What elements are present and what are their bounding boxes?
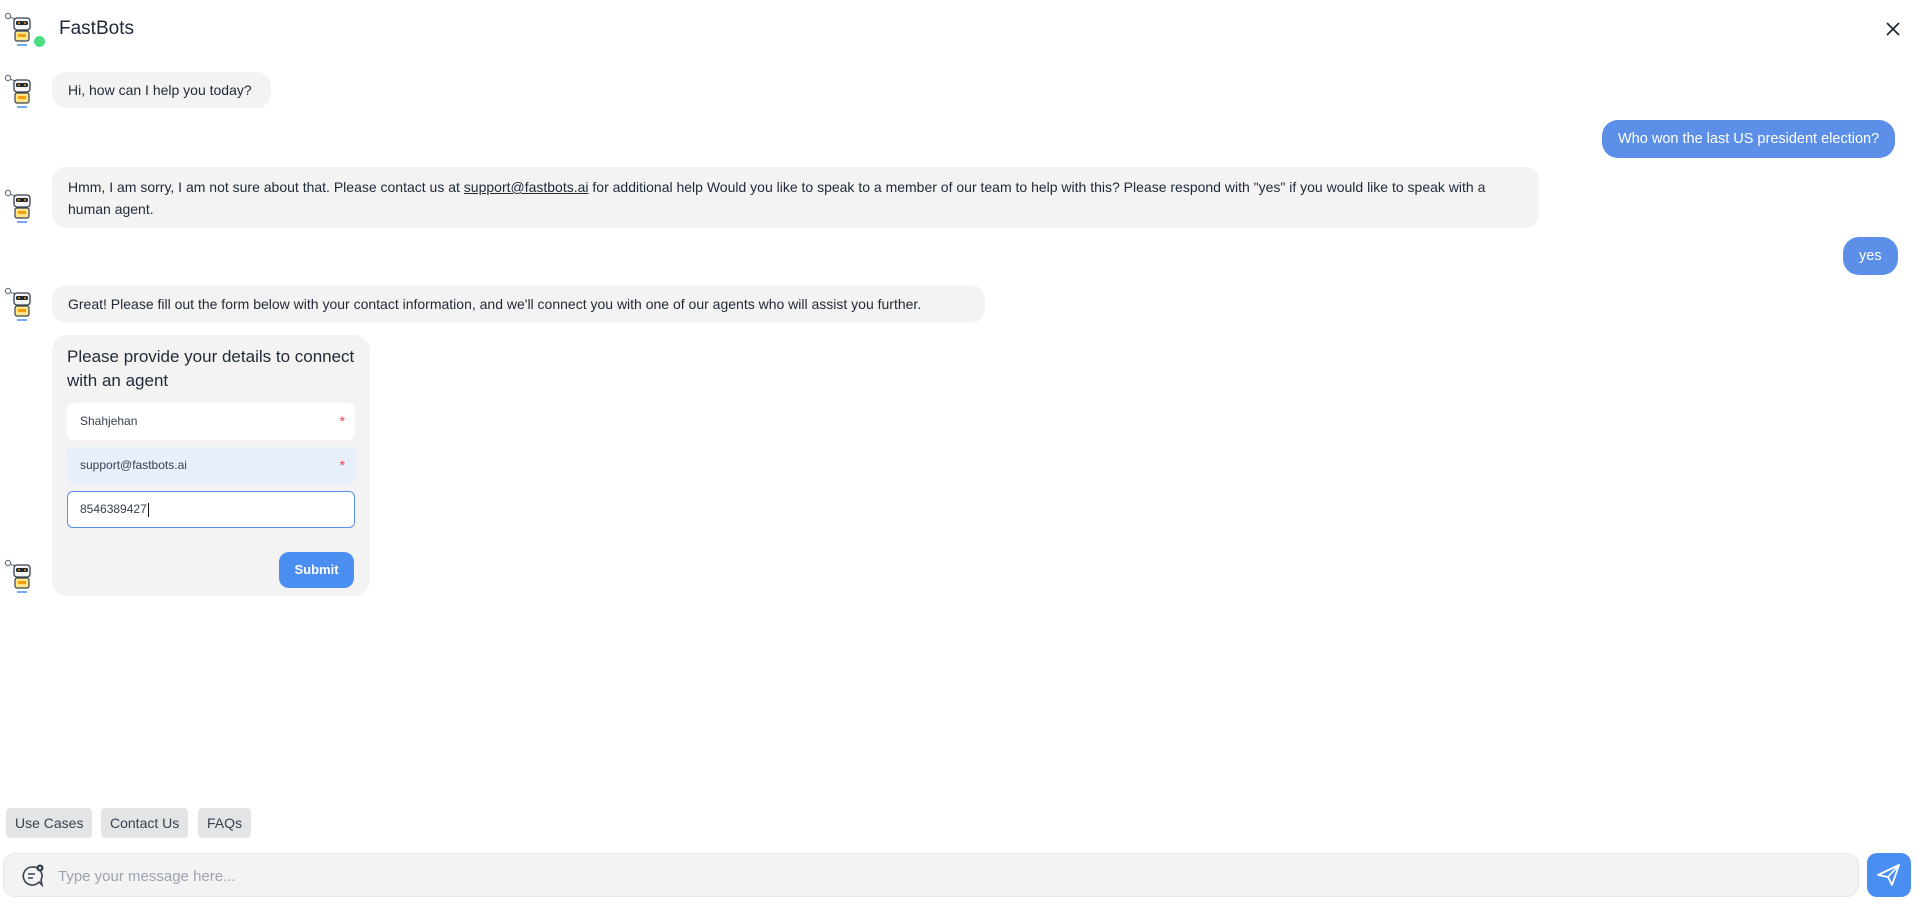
bot-avatar-icon — [4, 187, 38, 225]
bot-avatar-icon — [4, 10, 38, 48]
send-button[interactable] — [1867, 853, 1911, 897]
online-status-dot — [34, 36, 45, 47]
bot-avatar-icon — [4, 72, 38, 110]
chat-header: FastBots — [0, 0, 1920, 58]
user-message: Who won the last US president election? — [1602, 120, 1896, 158]
close-icon[interactable] — [1880, 16, 1906, 42]
user-message: yes — [1843, 237, 1898, 275]
message-text: Hi, how can I help you today? — [68, 82, 252, 98]
bot-message: Hi, how can I help you today? — [52, 72, 271, 108]
message-text: Great! Please fill out the form below wi… — [68, 296, 922, 312]
message-text: Who won the last US president election? — [1618, 131, 1880, 147]
submit-button[interactable]: Submit — [279, 552, 354, 588]
phone-field[interactable]: 8546389427 — [67, 491, 355, 528]
bot-message: Great! Please fill out the form below wi… — [52, 285, 985, 323]
form-title: Please provide your details to connect w… — [67, 347, 355, 390]
name-value: Shahjehan — [80, 414, 138, 428]
quick-reply-contact-us[interactable]: Contact Us — [101, 808, 189, 838]
name-field[interactable]: Shahjehan * — [67, 403, 355, 440]
required-marker: * — [339, 413, 345, 429]
bot-message: Hmm, I am sorry, I am not sure about tha… — [52, 167, 1539, 228]
send-icon — [1877, 864, 1900, 886]
message-input[interactable] — [56, 860, 1840, 892]
bot-avatar-icon — [4, 285, 38, 323]
required-marker: * — [339, 457, 345, 473]
message-text: Hmm, I am sorry, I am not sure about tha… — [68, 179, 1486, 217]
chat-title: FastBots — [59, 18, 134, 39]
email-field[interactable]: support@fastbots.ai * — [67, 447, 355, 484]
support-email-link[interactable]: support@fastbots.ai — [464, 179, 589, 195]
email-value: support@fastbots.ai — [80, 458, 187, 472]
bot-avatar-icon — [4, 557, 38, 595]
text-caret — [147, 502, 149, 517]
phone-value: 8546389427 — [80, 502, 147, 516]
emoji-chat-icon[interactable] — [20, 863, 46, 889]
contact-form: Please provide your details to connect w… — [52, 335, 370, 596]
message-text: yes — [1859, 248, 1882, 264]
quick-reply-use-cases[interactable]: Use Cases — [6, 808, 93, 838]
quick-reply-faqs[interactable]: FAQs — [198, 808, 252, 838]
message-composer — [3, 853, 1859, 897]
